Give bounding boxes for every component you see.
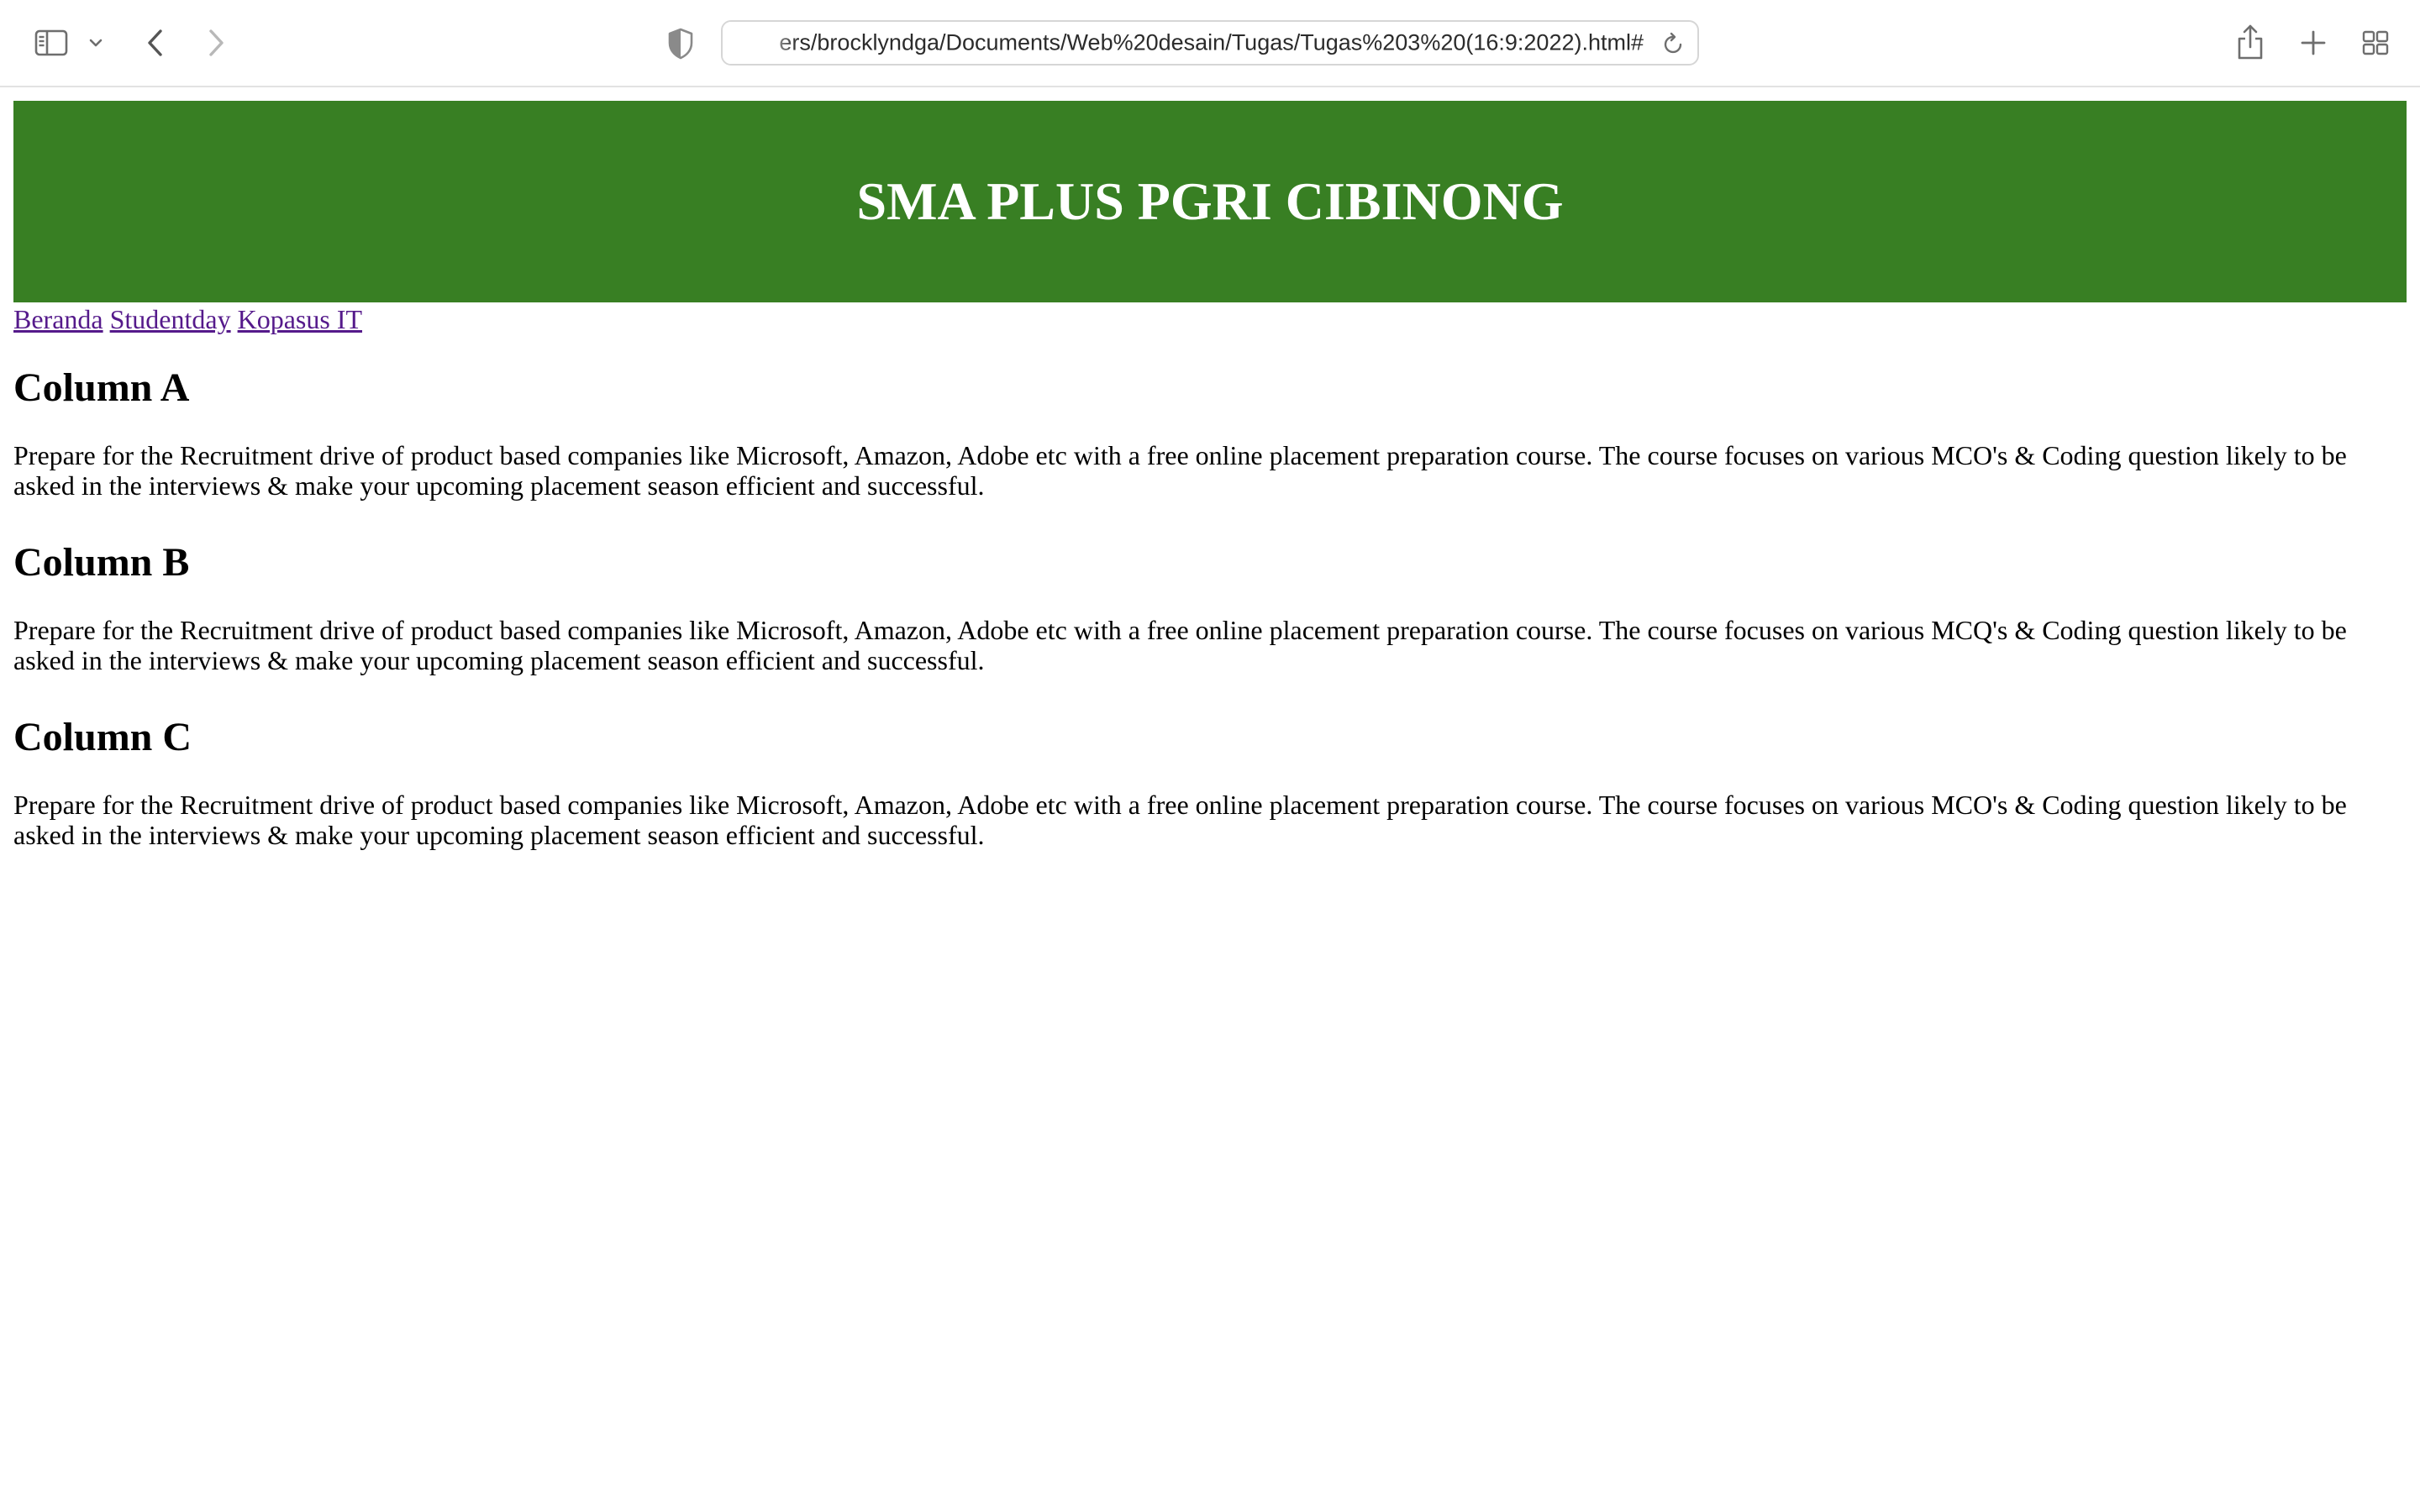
share-button[interactable] bbox=[2232, 18, 2269, 66]
plus-icon bbox=[2301, 30, 2326, 55]
header-banner: SMA PLUS PGRI CIBINONG bbox=[13, 101, 2407, 302]
section-heading: Column A bbox=[13, 365, 190, 410]
section-heading: Column B bbox=[13, 540, 190, 585]
section-text: Prepare for the Recruitment drive of pro… bbox=[13, 790, 2347, 850]
section-column-b: Column B Prepare for the Recruitment dri… bbox=[13, 539, 2391, 675]
browser-toolbar: ers/brocklyndga/Documents/Web%20desain/T… bbox=[0, 0, 2420, 87]
grid-icon bbox=[2362, 30, 2389, 55]
tab-overview-button[interactable] bbox=[2356, 24, 2395, 62]
chevron-right-icon bbox=[209, 29, 224, 56]
nav-link-beranda[interactable]: Beranda bbox=[13, 304, 103, 334]
privacy-report-button[interactable] bbox=[664, 25, 697, 62]
share-icon bbox=[2238, 24, 2263, 60]
section-heading: Column C bbox=[13, 715, 192, 759]
page-content: SMA PLUS PGRI CIBINONG Beranda Studentda… bbox=[0, 87, 2420, 1512]
reload-button[interactable] bbox=[1659, 29, 1689, 59]
address-fade bbox=[723, 22, 798, 64]
page-title: SMA PLUS PGRI CIBINONG bbox=[856, 171, 1564, 231]
section-text: Prepare for the Recruitment drive of pro… bbox=[13, 440, 2347, 501]
shield-icon bbox=[668, 28, 693, 60]
section-text: Prepare for the Recruitment drive of pro… bbox=[13, 615, 2347, 675]
back-button[interactable] bbox=[134, 22, 176, 64]
forward-button[interactable] bbox=[195, 22, 237, 64]
new-tab-button[interactable] bbox=[2294, 22, 2333, 64]
nav-link-studentday[interactable]: Studentday bbox=[110, 304, 231, 334]
sidebar-icon bbox=[34, 29, 68, 56]
sidebar-toggle-button[interactable] bbox=[30, 22, 72, 64]
chevron-left-icon bbox=[148, 29, 162, 56]
sidebar-menu-button[interactable] bbox=[84, 30, 108, 55]
section-column-a: Column A Prepare for the Recruitment dri… bbox=[13, 365, 2391, 501]
nav-bar: Beranda Studentday Kopasus IT bbox=[13, 302, 362, 336]
chevron-down-icon bbox=[89, 39, 103, 47]
reload-icon bbox=[1664, 32, 1682, 54]
section-column-c: Column C Prepare for the Recruitment dri… bbox=[13, 714, 2391, 850]
nav-link-kopasus-it[interactable]: Kopasus IT bbox=[238, 304, 362, 334]
address-url: ers/brocklyndga/Documents/Web%20desain/T… bbox=[779, 29, 1644, 55]
address-bar[interactable]: ers/brocklyndga/Documents/Web%20desain/T… bbox=[721, 20, 1699, 66]
